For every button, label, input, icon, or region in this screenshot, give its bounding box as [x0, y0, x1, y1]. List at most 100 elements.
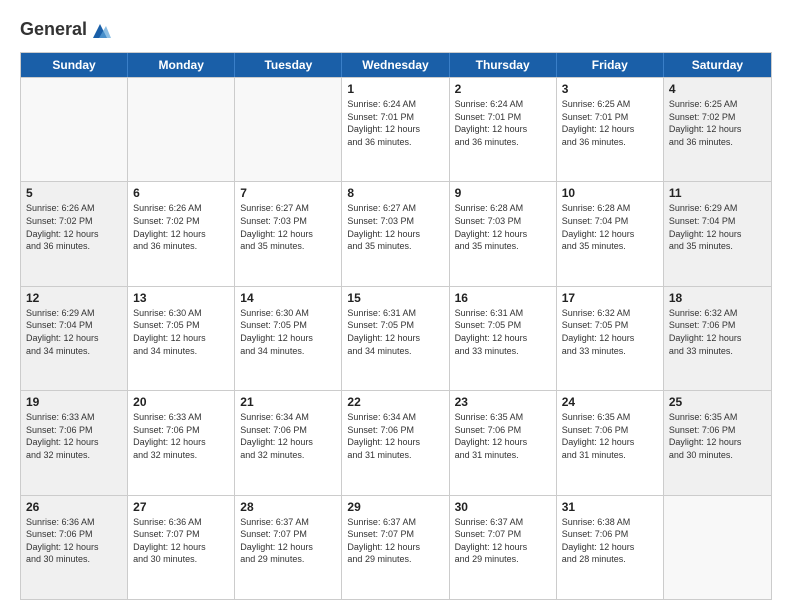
- day-info: Sunrise: 6:26 AM Sunset: 7:02 PM Dayligh…: [26, 202, 122, 252]
- day-info: Sunrise: 6:37 AM Sunset: 7:07 PM Dayligh…: [347, 516, 443, 566]
- calendar-week: 26 Sunrise: 6:36 AM Sunset: 7:06 PM Dayli…: [21, 495, 771, 599]
- day-info: Sunrise: 6:34 AM Sunset: 7:06 PM Dayligh…: [347, 411, 443, 461]
- day-info: Sunrise: 6:32 AM Sunset: 7:06 PM Dayligh…: [669, 307, 766, 357]
- calendar-cell: 2 Sunrise: 6:24 AM Sunset: 7:01 PM Daylig…: [450, 78, 557, 181]
- day-number: 5: [26, 186, 122, 200]
- calendar-cell: 7Sunrise: 6:27 AM Sunset: 7:03 PM Daylig…: [235, 182, 342, 285]
- calendar-cell: 8Sunrise: 6:27 AM Sunset: 7:03 PM Daylig…: [342, 182, 449, 285]
- calendar-cell: 3 Sunrise: 6:25 AM Sunset: 7:01 PM Daylig…: [557, 78, 664, 181]
- calendar-cell: 10 Sunrise: 6:28 AM Sunset: 7:04 PM Dayli…: [557, 182, 664, 285]
- day-info: Sunrise: 6:31 AM Sunset: 7:05 PM Dayligh…: [347, 307, 443, 357]
- day-number: 16: [455, 291, 551, 305]
- page: General SundayMondayTuesdayWednesdayThur…: [0, 0, 792, 612]
- day-info: Sunrise: 6:24 AM Sunset: 7:01 PM Dayligh…: [347, 98, 443, 148]
- day-info: Sunrise: 6:32 AM Sunset: 7:05 PM Dayligh…: [562, 307, 658, 357]
- day-number: 19: [26, 395, 122, 409]
- day-number: 4: [669, 82, 766, 96]
- day-info: Sunrise: 6:33 AM Sunset: 7:06 PM Dayligh…: [133, 411, 229, 461]
- weekday-header: Sunday: [21, 53, 128, 77]
- calendar-cell: 18 Sunrise: 6:32 AM Sunset: 7:06 PM Dayli…: [664, 287, 771, 390]
- calendar-cell: [21, 78, 128, 181]
- day-info: Sunrise: 6:35 AM Sunset: 7:06 PM Dayligh…: [562, 411, 658, 461]
- calendar-cell: 27Sunrise: 6:36 AM Sunset: 7:07 PM Dayli…: [128, 496, 235, 599]
- calendar-cell: 15 Sunrise: 6:31 AM Sunset: 7:05 PM Dayli…: [342, 287, 449, 390]
- day-info: Sunrise: 6:25 AM Sunset: 7:01 PM Dayligh…: [562, 98, 658, 148]
- day-info: Sunrise: 6:37 AM Sunset: 7:07 PM Dayligh…: [455, 516, 551, 566]
- calendar-cell: [128, 78, 235, 181]
- day-number: 18: [669, 291, 766, 305]
- calendar-cell: 19 Sunrise: 6:33 AM Sunset: 7:06 PM Dayli…: [21, 391, 128, 494]
- weekday-header: Wednesday: [342, 53, 449, 77]
- calendar-cell: 6Sunrise: 6:26 AM Sunset: 7:02 PM Daylig…: [128, 182, 235, 285]
- day-number: 20: [133, 395, 229, 409]
- day-number: 11: [669, 186, 766, 200]
- weekday-header: Friday: [557, 53, 664, 77]
- calendar-cell: 23 Sunrise: 6:35 AM Sunset: 7:06 PM Dayli…: [450, 391, 557, 494]
- calendar-cell: 11 Sunrise: 6:29 AM Sunset: 7:04 PM Dayli…: [664, 182, 771, 285]
- day-number: 23: [455, 395, 551, 409]
- day-info: Sunrise: 6:28 AM Sunset: 7:04 PM Dayligh…: [562, 202, 658, 252]
- logo: General: [20, 18, 111, 42]
- day-number: 25: [669, 395, 766, 409]
- day-number: 10: [562, 186, 658, 200]
- day-number: 29: [347, 500, 443, 514]
- weekday-header: Saturday: [664, 53, 771, 77]
- day-number: 15: [347, 291, 443, 305]
- calendar-cell: 29 Sunrise: 6:37 AM Sunset: 7:07 PM Dayli…: [342, 496, 449, 599]
- calendar-week: 5 Sunrise: 6:26 AM Sunset: 7:02 PM Daylig…: [21, 181, 771, 285]
- day-info: Sunrise: 6:38 AM Sunset: 7:06 PM Dayligh…: [562, 516, 658, 566]
- calendar-cell: 5 Sunrise: 6:26 AM Sunset: 7:02 PM Daylig…: [21, 182, 128, 285]
- logo-general: General: [20, 20, 87, 40]
- day-info: Sunrise: 6:25 AM Sunset: 7:02 PM Dayligh…: [669, 98, 766, 148]
- day-info: Sunrise: 6:35 AM Sunset: 7:06 PM Dayligh…: [455, 411, 551, 461]
- day-number: 31: [562, 500, 658, 514]
- calendar-cell: 26 Sunrise: 6:36 AM Sunset: 7:06 PM Dayli…: [21, 496, 128, 599]
- day-number: 12: [26, 291, 122, 305]
- day-number: 13: [133, 291, 229, 305]
- day-number: 21: [240, 395, 336, 409]
- day-info: Sunrise: 6:24 AM Sunset: 7:01 PM Dayligh…: [455, 98, 551, 148]
- calendar-cell: 25 Sunrise: 6:35 AM Sunset: 7:06 PM Dayli…: [664, 391, 771, 494]
- day-info: Sunrise: 6:29 AM Sunset: 7:04 PM Dayligh…: [26, 307, 122, 357]
- calendar-cell: 20 Sunrise: 6:33 AM Sunset: 7:06 PM Dayli…: [128, 391, 235, 494]
- calendar-cell: 24 Sunrise: 6:35 AM Sunset: 7:06 PM Dayli…: [557, 391, 664, 494]
- calendar-cell: 17 Sunrise: 6:32 AM Sunset: 7:05 PM Dayli…: [557, 287, 664, 390]
- day-number: 17: [562, 291, 658, 305]
- day-number: 8: [347, 186, 443, 200]
- calendar-cell: 16Sunrise: 6:31 AM Sunset: 7:05 PM Dayli…: [450, 287, 557, 390]
- calendar-cell: 13 Sunrise: 6:30 AM Sunset: 7:05 PM Dayli…: [128, 287, 235, 390]
- day-number: 3: [562, 82, 658, 96]
- calendar-cell: 4 Sunrise: 6:25 AM Sunset: 7:02 PM Daylig…: [664, 78, 771, 181]
- weekday-header: Thursday: [450, 53, 557, 77]
- day-info: Sunrise: 6:28 AM Sunset: 7:03 PM Dayligh…: [455, 202, 551, 252]
- weekday-header: Tuesday: [235, 53, 342, 77]
- weekday-header: Monday: [128, 53, 235, 77]
- day-number: 24: [562, 395, 658, 409]
- day-info: Sunrise: 6:30 AM Sunset: 7:05 PM Dayligh…: [133, 307, 229, 357]
- calendar-cell: 14Sunrise: 6:30 AM Sunset: 7:05 PM Dayli…: [235, 287, 342, 390]
- day-number: 27: [133, 500, 229, 514]
- day-info: Sunrise: 6:27 AM Sunset: 7:03 PM Dayligh…: [240, 202, 336, 252]
- day-number: 26: [26, 500, 122, 514]
- calendar-week: 1Sunrise: 6:24 AM Sunset: 7:01 PM Daylig…: [21, 77, 771, 181]
- day-number: 22: [347, 395, 443, 409]
- calendar: SundayMondayTuesdayWednesdayThursdayFrid…: [20, 52, 772, 600]
- calendar-cell: 22 Sunrise: 6:34 AM Sunset: 7:06 PM Dayli…: [342, 391, 449, 494]
- day-number: 2: [455, 82, 551, 96]
- calendar-cell: [664, 496, 771, 599]
- day-info: Sunrise: 6:33 AM Sunset: 7:06 PM Dayligh…: [26, 411, 122, 461]
- day-number: 14: [240, 291, 336, 305]
- day-info: Sunrise: 6:36 AM Sunset: 7:06 PM Dayligh…: [26, 516, 122, 566]
- calendar-cell: 28Sunrise: 6:37 AM Sunset: 7:07 PM Dayli…: [235, 496, 342, 599]
- day-info: Sunrise: 6:35 AM Sunset: 7:06 PM Dayligh…: [669, 411, 766, 461]
- day-info: Sunrise: 6:37 AM Sunset: 7:07 PM Dayligh…: [240, 516, 336, 566]
- calendar-header: SundayMondayTuesdayWednesdayThursdayFrid…: [21, 53, 771, 77]
- calendar-cell: 31 Sunrise: 6:38 AM Sunset: 7:06 PM Dayli…: [557, 496, 664, 599]
- day-number: 9: [455, 186, 551, 200]
- day-info: Sunrise: 6:29 AM Sunset: 7:04 PM Dayligh…: [669, 202, 766, 252]
- calendar-body: 1Sunrise: 6:24 AM Sunset: 7:01 PM Daylig…: [21, 77, 771, 599]
- day-number: 30: [455, 500, 551, 514]
- logo-text: General: [20, 20, 87, 40]
- calendar-cell: 9 Sunrise: 6:28 AM Sunset: 7:03 PM Daylig…: [450, 182, 557, 285]
- calendar-cell: 21Sunrise: 6:34 AM Sunset: 7:06 PM Dayli…: [235, 391, 342, 494]
